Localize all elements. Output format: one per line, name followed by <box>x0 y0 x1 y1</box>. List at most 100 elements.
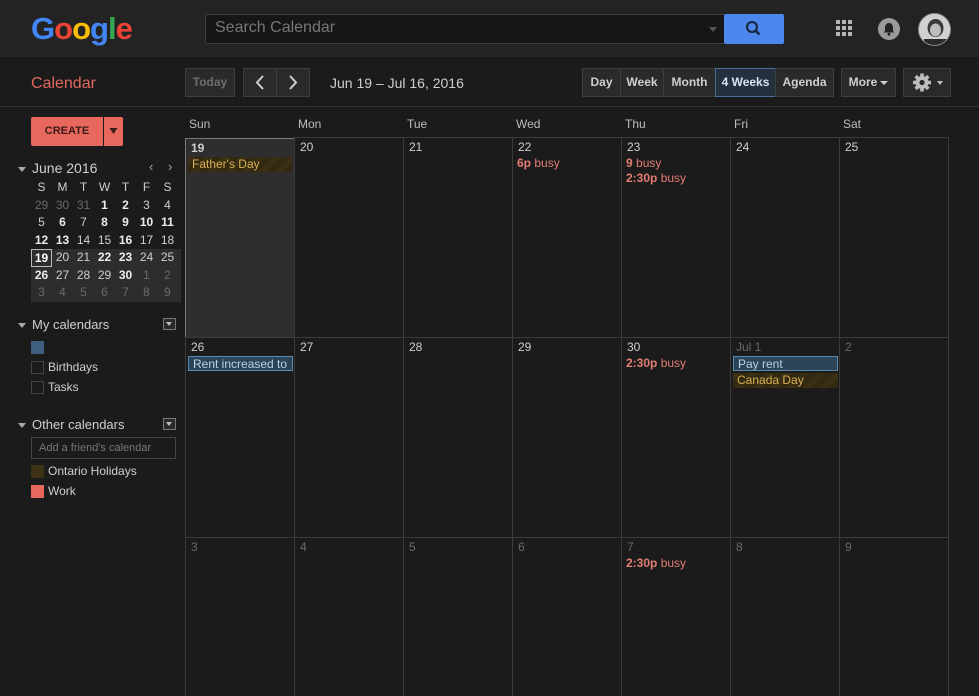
mini-day[interactable]: 24 <box>136 249 157 267</box>
mini-day[interactable]: 15 <box>94 232 115 250</box>
day-cell[interactable]: 5 <box>403 537 513 696</box>
mini-day[interactable]: 1 <box>94 197 115 215</box>
mini-day[interactable]: 7 <box>115 284 136 302</box>
day-cell[interactable]: 25 <box>839 137 949 337</box>
mini-day[interactable]: 26 <box>31 267 52 285</box>
calendar-color-swatch[interactable] <box>31 381 44 395</box>
mini-day[interactable]: 28 <box>73 267 94 285</box>
calendar-item[interactable] <box>31 340 48 355</box>
mini-day[interactable]: 1 <box>136 267 157 285</box>
day-cell[interactable]: Jul 1 Pay rent Canada Day <box>730 337 840 537</box>
mini-day[interactable]: 29 <box>31 197 52 215</box>
event-busy[interactable]: 9 busy <box>626 156 661 170</box>
view-week-button[interactable]: Week <box>620 68 664 97</box>
mini-day[interactable]: 27 <box>52 267 73 285</box>
mini-day[interactable]: 7 <box>73 214 94 232</box>
mini-day[interactable]: 11 <box>157 214 178 232</box>
day-cell[interactable]: 4 <box>294 537 404 696</box>
mini-day[interactable]: 3 <box>136 197 157 215</box>
google-logo[interactable]: Google <box>31 11 133 47</box>
day-cell[interactable]: 27 <box>294 337 404 537</box>
mini-day-selected[interactable]: 19 <box>31 249 52 267</box>
mini-day[interactable]: 9 <box>115 214 136 232</box>
calendar-item[interactable]: Birthdays <box>31 360 98 375</box>
mini-day[interactable]: 30 <box>115 267 136 285</box>
day-cell[interactable]: 3 <box>185 537 295 696</box>
mini-day[interactable]: 4 <box>157 197 178 215</box>
calendar-color-swatch[interactable] <box>31 341 44 355</box>
mini-day[interactable]: 5 <box>31 214 52 232</box>
event-chip-holiday[interactable]: Father's Day <box>188 157 292 172</box>
my-calendars-header[interactable]: My calendars <box>18 317 109 332</box>
mini-day[interactable]: 8 <box>136 284 157 302</box>
mini-day[interactable]: 9 <box>157 284 178 302</box>
day-cell[interactable]: 9 <box>839 537 949 696</box>
search-options-icon[interactable] <box>709 27 717 32</box>
search-button[interactable] <box>724 14 784 44</box>
event-busy[interactable]: 2:30p busy <box>626 356 686 370</box>
calendar-item[interactable]: Tasks <box>31 380 79 395</box>
day-cell[interactable]: 26 Rent increased to <box>185 337 295 537</box>
mini-day[interactable]: 29 <box>94 267 115 285</box>
day-cell-today[interactable]: 19 Father's Day <box>185 138 295 338</box>
account-avatar[interactable] <box>918 13 951 46</box>
search-input[interactable]: Search Calendar <box>205 14 725 44</box>
calendar-color-swatch[interactable] <box>31 485 44 499</box>
day-cell[interactable]: 29 <box>512 337 622 537</box>
day-cell[interactable]: 28 <box>403 337 513 537</box>
day-cell[interactable]: 22 6p busy <box>512 137 622 337</box>
mini-day[interactable]: 14 <box>73 232 94 250</box>
mini-day[interactable]: 13 <box>52 232 73 250</box>
day-cell[interactable]: 24 <box>730 137 840 337</box>
mini-day[interactable]: 6 <box>52 214 73 232</box>
day-cell[interactable]: 20 <box>294 137 404 337</box>
calendar-item[interactable]: Ontario Holidays <box>31 464 137 479</box>
mini-day[interactable]: 8 <box>94 214 115 232</box>
previous-period-button[interactable] <box>243 68 277 97</box>
settings-button[interactable] <box>903 68 951 97</box>
mini-day[interactable]: 31 <box>73 197 94 215</box>
day-cell[interactable]: 8 <box>730 537 840 696</box>
mini-day[interactable]: 16 <box>115 232 136 250</box>
add-friend-calendar-input[interactable]: Add a friend's calendar <box>31 437 176 459</box>
mini-prev-month-icon[interactable]: ‹ <box>149 159 153 174</box>
mini-day[interactable]: 3 <box>31 284 52 302</box>
view-month-button[interactable]: Month <box>663 68 716 97</box>
mini-next-month-icon[interactable]: › <box>168 159 172 174</box>
apps-grid-icon[interactable] <box>836 20 853 37</box>
mini-day[interactable]: 17 <box>136 232 157 250</box>
mini-day[interactable]: 21 <box>73 249 94 267</box>
mini-day[interactable]: 12 <box>31 232 52 250</box>
my-calendars-menu-icon[interactable] <box>163 318 176 330</box>
mini-day[interactable]: 30 <box>52 197 73 215</box>
day-cell[interactable]: 6 <box>512 537 622 696</box>
next-period-button[interactable] <box>276 68 310 97</box>
mini-day[interactable]: 25 <box>157 249 178 267</box>
day-cell[interactable]: 23 9 busy 2:30p busy <box>621 137 731 337</box>
mini-day[interactable]: 4 <box>52 284 73 302</box>
mini-day[interactable]: 2 <box>115 197 136 215</box>
mini-day[interactable]: 6 <box>94 284 115 302</box>
event-busy[interactable]: 2:30p busy <box>626 556 686 570</box>
day-cell[interactable]: 21 <box>403 137 513 337</box>
view-day-button[interactable]: Day <box>582 68 621 97</box>
calendar-color-swatch[interactable] <box>31 361 44 375</box>
event-chip-rent[interactable]: Pay rent <box>733 356 838 371</box>
more-button[interactable]: More <box>841 68 896 97</box>
mini-day[interactable]: 2 <box>157 267 178 285</box>
day-cell[interactable]: 2 <box>839 337 949 537</box>
event-chip-rent[interactable]: Rent increased to <box>188 356 293 371</box>
day-cell[interactable]: 30 2:30p busy <box>621 337 731 537</box>
view-agenda-button[interactable]: Agenda <box>775 68 834 97</box>
mini-day[interactable]: 5 <box>73 284 94 302</box>
calendar-color-swatch[interactable] <box>31 465 44 479</box>
day-cell[interactable]: 7 2:30p busy <box>621 537 731 696</box>
notifications-bell-icon[interactable] <box>878 18 900 40</box>
today-button[interactable]: Today <box>185 68 235 97</box>
mini-calendar-header[interactable]: June 2016 <box>18 160 97 176</box>
event-busy[interactable]: 6p busy <box>517 156 560 170</box>
calendar-item[interactable]: Work <box>31 484 76 499</box>
mini-day[interactable]: 10 <box>136 214 157 232</box>
other-calendars-menu-icon[interactable] <box>163 418 176 430</box>
event-chip-holiday[interactable]: Canada Day <box>733 373 838 388</box>
